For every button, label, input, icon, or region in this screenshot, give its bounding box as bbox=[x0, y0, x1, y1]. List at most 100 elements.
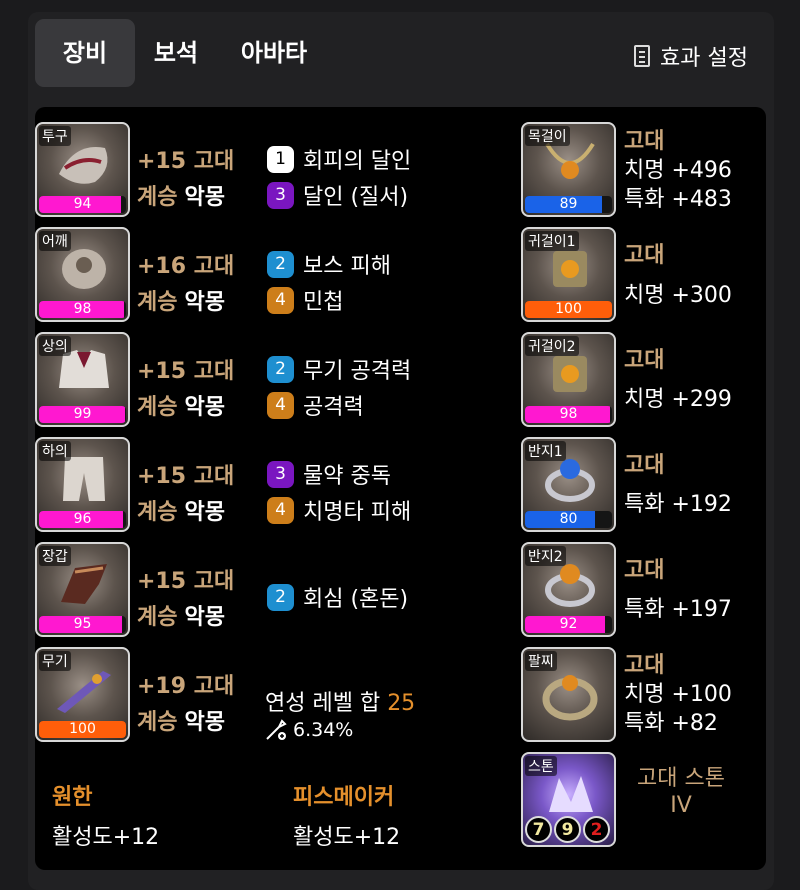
quality-bar: 98 bbox=[525, 406, 612, 423]
transcendence-sum: 연성 레벨 합 25 bbox=[265, 691, 416, 716]
earring1-slot[interactable]: 귀걸이1 100 bbox=[521, 227, 616, 322]
slot-label: 어깨 bbox=[39, 231, 71, 251]
stone-level-badge: 7 bbox=[525, 816, 552, 843]
slot-label: 스톤 bbox=[525, 756, 557, 776]
bracelet-effect-value: 활성도+12 bbox=[52, 825, 160, 850]
chest-slot[interactable]: 상의 99 bbox=[35, 332, 130, 427]
engraving-row: 3 물약 중독 bbox=[267, 458, 391, 490]
engraving-row: 2 회심 (혼돈) bbox=[267, 581, 408, 613]
quality-bar: 100 bbox=[39, 721, 126, 738]
quality-bar: 92 bbox=[525, 616, 612, 633]
slot-label: 팔찌 bbox=[525, 651, 557, 671]
quality-bar: 94 bbox=[39, 196, 126, 213]
engraving-level-badge: 3 bbox=[267, 181, 294, 209]
quality-bar: 95 bbox=[39, 616, 126, 633]
slot-label: 귀걸이2 bbox=[525, 336, 579, 356]
bracelet-effect-name: 원한 bbox=[52, 785, 93, 810]
ring2-slot[interactable]: 반지2 92 bbox=[521, 542, 616, 637]
accessory-stat: 치명 +299 bbox=[624, 387, 732, 412]
effect-settings-button[interactable]: 효과 설정 bbox=[634, 40, 748, 72]
refine-level: +15 고대 bbox=[137, 359, 235, 384]
helmet-slot[interactable]: 투구 94 bbox=[35, 122, 130, 217]
succession: 계승 악몽 bbox=[137, 605, 225, 630]
tab-gems[interactable]: 보석 bbox=[138, 19, 214, 87]
tab-equipment[interactable]: 장비 bbox=[35, 19, 135, 87]
quality-bar: 99 bbox=[39, 406, 126, 423]
pants-slot[interactable]: 하의 96 bbox=[35, 437, 130, 532]
accessory-stat: 치명 +100 bbox=[624, 682, 732, 707]
engraving-level-badge: 2 bbox=[267, 355, 294, 383]
quality-bar: 80 bbox=[525, 511, 612, 528]
engraving-row: 2 보스 피해 bbox=[267, 248, 391, 280]
engraving-level-badge: 4 bbox=[267, 496, 294, 524]
weapon-slot[interactable]: 무기 100 bbox=[35, 647, 130, 742]
refine-level: +16 고대 bbox=[137, 254, 235, 279]
succession: 계승 악몽 bbox=[137, 500, 225, 525]
accessory-stat: 치명 +300 bbox=[624, 283, 732, 308]
slot-label: 장갑 bbox=[39, 546, 71, 566]
quality-bar: 96 bbox=[39, 511, 126, 528]
slot-label: 목걸이 bbox=[525, 126, 570, 146]
shoulder-slot[interactable]: 어깨 98 bbox=[35, 227, 130, 322]
accessory-stat: 특화 +192 bbox=[624, 492, 732, 517]
engraving-level-badge: 1 bbox=[267, 145, 294, 173]
engraving-row: 3 달인 (질서) bbox=[267, 179, 408, 211]
bracelet-effect-value: 활성도+12 bbox=[293, 825, 401, 850]
slot-label: 투구 bbox=[39, 126, 71, 146]
stone-slot[interactable]: 스톤 7 9 2 bbox=[521, 752, 616, 847]
slot-label: 귀걸이1 bbox=[525, 231, 579, 251]
bracelet-icon bbox=[542, 675, 598, 721]
accessory-stat: 특화 +82 bbox=[624, 711, 718, 736]
accessory-stat: 특화 +483 bbox=[624, 187, 732, 212]
engraving-level-badge: 4 bbox=[267, 286, 294, 314]
accessory-grade: 고대 bbox=[624, 348, 665, 373]
succession: 계승 악몽 bbox=[137, 290, 225, 315]
stone-name: 고대 스톤 IV bbox=[637, 766, 725, 818]
sword-upgrade-icon bbox=[266, 719, 287, 740]
succession: 계승 악몽 bbox=[137, 395, 225, 420]
quality-bar: 89 bbox=[525, 196, 612, 213]
tab-avatar[interactable]: 아바타 bbox=[224, 19, 324, 87]
bracelet-slot[interactable]: 팔찌 bbox=[521, 647, 616, 742]
bracelet-effect-name: 피스메이커 bbox=[293, 785, 395, 810]
necklace-slot[interactable]: 목걸이 89 bbox=[521, 122, 616, 217]
slot-label: 하의 bbox=[39, 441, 71, 461]
equipment-card: 장비 보석 아바타 효과 설정 투구 94 어깨 98 상의 99 하의 96 bbox=[28, 12, 774, 890]
accessory-grade: 고대 bbox=[624, 243, 665, 268]
stone-levels: 7 9 2 bbox=[525, 816, 610, 843]
engraving-level-badge: 2 bbox=[267, 583, 294, 611]
succession: 계승 악몽 bbox=[137, 185, 225, 210]
engraving-row: 4 민첩 bbox=[267, 284, 343, 316]
accessory-grade: 고대 bbox=[624, 453, 665, 478]
refine-level: +19 고대 bbox=[137, 674, 235, 699]
accessory-stat: 특화 +197 bbox=[624, 597, 732, 622]
engraving-row: 2 무기 공격력 bbox=[267, 353, 411, 385]
accessory-stat: 치명 +496 bbox=[624, 158, 732, 183]
earring2-slot[interactable]: 귀걸이2 98 bbox=[521, 332, 616, 427]
accessory-grade: 고대 bbox=[624, 653, 665, 678]
succession: 계승 악몽 bbox=[137, 710, 225, 735]
quality-bar: 98 bbox=[39, 301, 126, 318]
engraving-level-badge: 3 bbox=[267, 460, 294, 488]
stone-level-badge: 9 bbox=[554, 816, 581, 843]
quality-bar: 100 bbox=[525, 301, 612, 318]
engraving-row: 1 회피의 달인 bbox=[267, 143, 411, 175]
refine-level: +15 고대 bbox=[137, 464, 235, 489]
accessory-grade: 고대 bbox=[624, 558, 665, 583]
slot-label: 무기 bbox=[39, 651, 71, 671]
slot-label: 반지2 bbox=[525, 546, 566, 566]
accessory-grade: 고대 bbox=[624, 129, 665, 154]
refine-level: +15 고대 bbox=[137, 149, 235, 174]
refine-level: +15 고대 bbox=[137, 569, 235, 594]
engraving-row: 4 치명타 피해 bbox=[267, 494, 411, 526]
engraving-row: 4 공격력 bbox=[267, 389, 364, 421]
engraving-level-badge: 4 bbox=[267, 391, 294, 419]
slot-label: 상의 bbox=[39, 336, 71, 356]
engraving-level-badge: 2 bbox=[267, 250, 294, 278]
gloves-slot[interactable]: 장갑 95 bbox=[35, 542, 130, 637]
equipment-panel: 투구 94 어깨 98 상의 99 하의 96 장갑 95 무기 100 +15… bbox=[35, 107, 766, 870]
ring1-slot[interactable]: 반지1 80 bbox=[521, 437, 616, 532]
transcendence-percent: 6.34% bbox=[265, 719, 353, 741]
slot-label: 반지1 bbox=[525, 441, 566, 461]
effect-settings-label: 효과 설정 bbox=[660, 46, 748, 71]
